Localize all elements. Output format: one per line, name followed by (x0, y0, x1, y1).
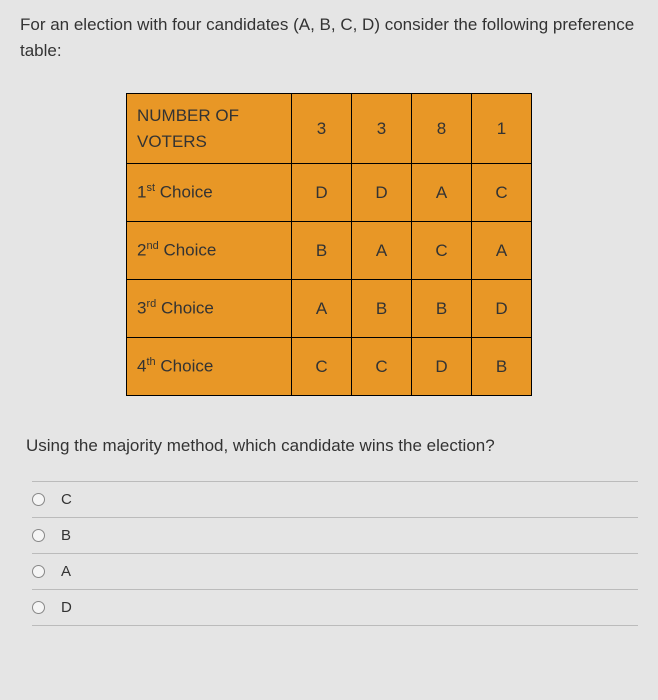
table-wrapper: NUMBER OF VOTERS 3 3 8 1 1st Choice D D … (20, 93, 638, 396)
option-a[interactable]: A (32, 554, 638, 590)
cell-3-3: B (472, 338, 532, 396)
cell-1-1: A (352, 222, 412, 280)
table-row: 1st Choice D D A C (127, 164, 532, 222)
answer-options: C B A D (20, 481, 638, 626)
cell-2-3: D (472, 280, 532, 338)
radio-icon (32, 601, 45, 614)
voter-count-0: 3 (292, 94, 352, 164)
table-header-row: NUMBER OF VOTERS 3 3 8 1 (127, 94, 532, 164)
radio-icon (32, 493, 45, 506)
option-label: D (61, 599, 72, 616)
table-row: 3rd Choice A B B D (127, 280, 532, 338)
option-label: B (61, 527, 71, 544)
table-row: 4th Choice C C D B (127, 338, 532, 396)
radio-icon (32, 565, 45, 578)
cell-2-2: B (412, 280, 472, 338)
cell-3-2: D (412, 338, 472, 396)
cell-0-1: D (352, 164, 412, 222)
option-label: C (61, 491, 72, 508)
voter-count-3: 1 (472, 94, 532, 164)
header-label: NUMBER OF VOTERS (127, 94, 292, 164)
question-intro: For an election with four candidates (A,… (20, 12, 638, 63)
cell-0-2: A (412, 164, 472, 222)
option-label: A (61, 563, 71, 580)
choice-label-0: 1st Choice (127, 164, 292, 222)
cell-2-0: A (292, 280, 352, 338)
voter-count-2: 8 (412, 94, 472, 164)
cell-1-2: C (412, 222, 472, 280)
cell-1-3: A (472, 222, 532, 280)
radio-icon (32, 529, 45, 542)
voter-count-1: 3 (352, 94, 412, 164)
cell-3-1: C (352, 338, 412, 396)
choice-label-2: 3rd Choice (127, 280, 292, 338)
choice-label-3: 4th Choice (127, 338, 292, 396)
preference-table: NUMBER OF VOTERS 3 3 8 1 1st Choice D D … (126, 93, 532, 396)
cell-0-0: D (292, 164, 352, 222)
table-row: 2nd Choice B A C A (127, 222, 532, 280)
cell-3-0: C (292, 338, 352, 396)
cell-1-0: B (292, 222, 352, 280)
choice-label-1: 2nd Choice (127, 222, 292, 280)
option-c[interactable]: C (32, 481, 638, 518)
option-d[interactable]: D (32, 590, 638, 626)
question-text: Using the majority method, which candida… (20, 436, 638, 456)
option-b[interactable]: B (32, 518, 638, 554)
cell-2-1: B (352, 280, 412, 338)
cell-0-3: C (472, 164, 532, 222)
